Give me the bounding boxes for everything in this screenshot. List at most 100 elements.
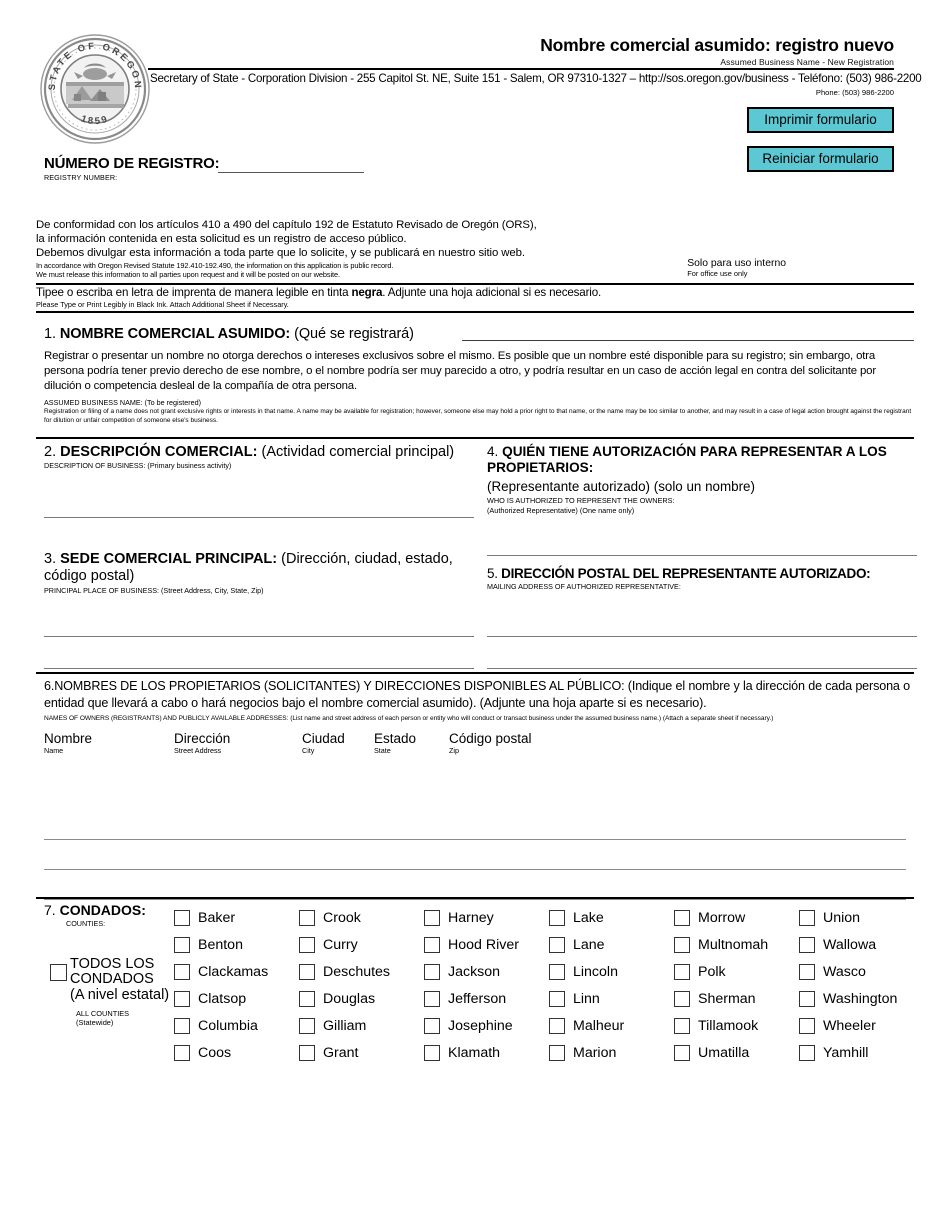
section-7-heading: 7. CONDADOS: COUNTIES: xyxy=(44,902,146,928)
county-label: Grant xyxy=(323,1044,359,1061)
county-checkbox[interactable] xyxy=(549,990,565,1007)
county-option-sherman[interactable]: Sherman xyxy=(674,985,799,1012)
reset-form-button[interactable]: Reiniciar formulario xyxy=(747,146,894,172)
table-row[interactable] xyxy=(44,810,906,840)
county-checkbox[interactable] xyxy=(799,909,815,926)
county-option-baker[interactable]: Baker xyxy=(174,904,299,931)
county-checkbox[interactable] xyxy=(549,936,565,953)
county-checkbox[interactable] xyxy=(299,990,315,1007)
county-option-curry[interactable]: Curry xyxy=(299,931,424,958)
county-option-malheur[interactable]: Malheur xyxy=(549,1012,674,1039)
county-option-clackamas[interactable]: Clackamas xyxy=(174,958,299,985)
county-option-jefferson[interactable]: Jefferson xyxy=(424,985,549,1012)
county-checkbox[interactable] xyxy=(299,963,315,980)
section-2-paren-spanish: (Actividad comercial principal) xyxy=(257,444,455,460)
county-checkbox[interactable] xyxy=(174,1044,190,1061)
section-5-input-line-1[interactable] xyxy=(487,636,917,637)
county-option-lincoln[interactable]: Lincoln xyxy=(549,958,674,985)
county-option-multnomah[interactable]: Multnomah xyxy=(674,931,799,958)
county-option-benton[interactable]: Benton xyxy=(174,931,299,958)
county-checkbox[interactable] xyxy=(799,1017,815,1034)
county-option-columbia[interactable]: Columbia xyxy=(174,1012,299,1039)
county-option-douglas[interactable]: Douglas xyxy=(299,985,424,1012)
county-option-marion[interactable]: Marion xyxy=(549,1039,674,1066)
county-option-jackson[interactable]: Jackson xyxy=(424,958,549,985)
county-option-grant[interactable]: Grant xyxy=(299,1039,424,1066)
table-row[interactable] xyxy=(44,870,906,900)
section-4-input[interactable] xyxy=(487,554,917,556)
county-checkbox[interactable] xyxy=(174,909,190,926)
county-option-polk[interactable]: Polk xyxy=(674,958,799,985)
county-checkbox[interactable] xyxy=(424,963,440,980)
section-7-title-line: 7. CONDADOS: xyxy=(44,902,146,918)
county-option-wheeler[interactable]: Wheeler xyxy=(799,1012,924,1039)
county-label: Curry xyxy=(323,936,358,953)
county-checkbox[interactable] xyxy=(674,909,690,926)
county-option-deschutes[interactable]: Deschutes xyxy=(299,958,424,985)
county-checkbox[interactable] xyxy=(174,963,190,980)
county-option-josephine[interactable]: Josephine xyxy=(424,1012,549,1039)
section-5-input-line-2[interactable] xyxy=(487,668,917,669)
county-checkbox[interactable] xyxy=(299,1044,315,1061)
section-3-title-spanish: SEDE COMERCIAL PRINCIPAL: xyxy=(60,551,278,567)
column-header-street-address: Dirección Street Address xyxy=(174,731,230,755)
county-option-clatsop[interactable]: Clatsop xyxy=(174,985,299,1012)
table-row[interactable] xyxy=(44,840,906,870)
county-option-hood-river[interactable]: Hood River xyxy=(424,931,549,958)
section-3-input-line-1[interactable] xyxy=(44,636,474,638)
county-option-umatilla[interactable]: Umatilla xyxy=(674,1039,799,1066)
county-option-washington[interactable]: Washington xyxy=(799,985,924,1012)
county-option-yamhill[interactable]: Yamhill xyxy=(799,1039,924,1066)
county-checkbox[interactable] xyxy=(799,936,815,953)
county-option-wasco[interactable]: Wasco xyxy=(799,958,924,985)
county-option-morrow[interactable]: Morrow xyxy=(674,904,799,931)
section-1-input[interactable] xyxy=(462,340,914,341)
county-option-crook[interactable]: Crook xyxy=(299,904,424,931)
county-checkbox[interactable] xyxy=(424,1017,440,1034)
county-checkbox[interactable] xyxy=(424,990,440,1007)
county-checkbox[interactable] xyxy=(299,936,315,953)
county-option-harney[interactable]: Harney xyxy=(424,904,549,931)
county-option-klamath[interactable]: Klamath xyxy=(424,1039,549,1066)
column-header-state: Estado State xyxy=(374,731,416,755)
county-checkbox[interactable] xyxy=(549,1017,565,1034)
county-option-gilliam[interactable]: Gilliam xyxy=(299,1012,424,1039)
section-2-input[interactable] xyxy=(44,517,474,518)
county-checkbox[interactable] xyxy=(674,1044,690,1061)
county-checkbox[interactable] xyxy=(549,1044,565,1061)
county-option-lane[interactable]: Lane xyxy=(549,931,674,958)
county-option-linn[interactable]: Linn xyxy=(549,985,674,1012)
county-checkbox[interactable] xyxy=(674,963,690,980)
county-checkbox[interactable] xyxy=(549,909,565,926)
county-checkbox[interactable] xyxy=(299,909,315,926)
section-2-title-spanish: DESCRIPCIÓN COMERCIAL: xyxy=(60,444,258,460)
county-checkbox[interactable] xyxy=(799,990,815,1007)
county-option-union[interactable]: Union xyxy=(799,904,924,931)
county-checkbox[interactable] xyxy=(424,909,440,926)
county-label: Morrow xyxy=(698,909,746,926)
section-6-entry-rows xyxy=(44,810,906,900)
county-checkbox[interactable] xyxy=(174,1017,190,1034)
office-use-only-block: Solo para uso interno For office use onl… xyxy=(687,258,786,278)
county-checkbox[interactable] xyxy=(549,963,565,980)
county-checkbox[interactable] xyxy=(674,936,690,953)
print-form-button[interactable]: Imprimir formulario xyxy=(747,107,894,133)
county-checkbox[interactable] xyxy=(799,963,815,980)
county-checkbox[interactable] xyxy=(424,1044,440,1061)
county-checkbox[interactable] xyxy=(674,990,690,1007)
county-option-wallowa[interactable]: Wallowa xyxy=(799,931,924,958)
county-checkbox[interactable] xyxy=(799,1044,815,1061)
section-3-input-line-2[interactable] xyxy=(44,668,474,670)
registry-number-input[interactable] xyxy=(218,172,364,173)
county-checkbox[interactable] xyxy=(424,936,440,953)
county-option-coos[interactable]: Coos xyxy=(174,1039,299,1066)
county-checkbox[interactable] xyxy=(174,990,190,1007)
county-option-tillamook[interactable]: Tillamook xyxy=(674,1012,799,1039)
disclosure-english-1: In accordance with Oregon Revised Statut… xyxy=(36,261,394,270)
county-checkbox[interactable] xyxy=(174,936,190,953)
all-counties-checkbox[interactable] xyxy=(50,964,67,981)
county-option-lake[interactable]: Lake xyxy=(549,904,674,931)
county-label: Marion xyxy=(573,1044,617,1061)
county-checkbox[interactable] xyxy=(674,1017,690,1034)
county-checkbox[interactable] xyxy=(299,1017,315,1034)
